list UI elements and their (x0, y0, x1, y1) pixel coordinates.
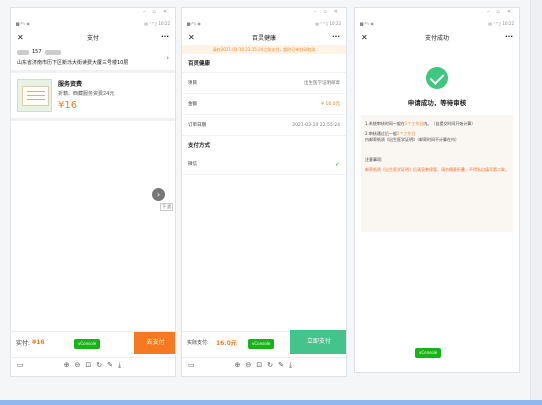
battery-time: ▤ ⁿ ⁸ ▯ 10:22 (488, 20, 514, 26)
info-box: 1.系统审核时间一般在2个工作日内。（自提交时间开始计算） 2.审核通过后一般2… (361, 115, 513, 232)
row-value: 出生医学证明邮寄 (304, 81, 340, 86)
more-icon[interactable]: ··· (326, 33, 340, 41)
maximize-icon[interactable]: ▫ (323, 8, 326, 17)
bottom-highlight-bar (0, 400, 542, 405)
row-label: 金额 (188, 102, 197, 107)
info-point-1: 1.系统审核时间一般在2个工作日内。（自提交时间开始计算） (365, 121, 476, 126)
go-pay-button[interactable]: 去支付 (134, 332, 175, 354)
page-title: 百灵健康 (251, 34, 276, 42)
page-title: 支付成功 (424, 34, 449, 42)
section-title: 百灵健康 (182, 54, 346, 73)
address-card[interactable]: 157 山东省济南市历下区新泺大街读费大厦三号楼10层 › (11, 45, 175, 73)
payment-option-wechat[interactable]: 微信 ✓ (182, 154, 346, 175)
close-icon[interactable]: ✕ (188, 33, 202, 42)
page-title: 支付 (86, 34, 99, 42)
success-check-icon (426, 67, 448, 89)
vconsole-button[interactable]: vConsole (415, 348, 442, 358)
signal-icons: ▆ᵢₗ⁴⁶ᵢₗ ◉ (360, 20, 374, 26)
more-icon[interactable]: ··· (155, 33, 169, 41)
contact-row: 157 (17, 49, 169, 55)
vconsole-button[interactable]: vConsole (74, 339, 101, 349)
pay-amount: ¥16 (32, 339, 45, 346)
zoom-in-icon[interactable]: ⊕ (235, 361, 241, 369)
signal-icons: ▆ᵢₗ⁴⁶ᵢₗ ◉ (187, 20, 201, 26)
payment-method-title: 支付方式 (188, 143, 211, 149)
phone-redacted (44, 49, 61, 55)
download-icon[interactable]: ⤓ (289, 361, 292, 370)
service-item: 服务资费 折籍、西藏服务资费24元 ¥16 (11, 73, 175, 121)
pay-label: 实付: (16, 340, 31, 347)
status-bar: ▆ᵢₗ⁴⁶ᵢₗ ◉ ▤ ⁿ ⁸ ▯ 10:22 (182, 17, 346, 29)
more-icon[interactable]: ··· (499, 33, 513, 41)
service-price: ¥16 (58, 100, 78, 111)
window-controls: – ▫ ✕ (355, 8, 519, 17)
window-controls: – ▫ ✕ (11, 8, 175, 17)
scrollbar-track[interactable] (530, 0, 542, 400)
minimize-icon[interactable]: – (314, 8, 317, 17)
pay-now-button[interactable]: 立即支付 (290, 330, 346, 354)
minimize-icon[interactable]: – (143, 8, 146, 17)
info-point-2: 2.审核通过后一般2个工作日内邮寄纸质《出生医学证明》（邮寄时间不计算在内） (365, 131, 459, 142)
minimize-icon[interactable]: – (487, 8, 490, 17)
order-row-date: 订单日期 2021-03-10 22:55:24 (182, 115, 346, 136)
nav-bar: ✕ 支付 ··· (11, 29, 175, 45)
name-redacted (17, 49, 29, 55)
close-window-icon[interactable]: ✕ (334, 8, 338, 17)
preview-toolbar: ▭ ⊕ ⊖ ⊡ ↻ ✎ ⤓ (182, 357, 346, 372)
service-desc: 折籍、西藏服务资费24元 (58, 91, 115, 97)
battery-time: ▤ ⁿ ⁸ ▯ 10:22 (315, 20, 341, 26)
order-row-project: 项目 出生医学证明邮寄 (182, 73, 346, 94)
pay-amount: 16.0元 (216, 340, 237, 347)
device-icon[interactable]: ▭ (17, 361, 24, 369)
chevron-right-icon: › (166, 54, 169, 62)
row-label: 订单日期 (188, 123, 206, 128)
success-headline: 申请成功，等待审核 (407, 99, 467, 107)
device-icon[interactable]: ▭ (188, 361, 195, 369)
nav-bar: ✕ 百灵健康 ··· (182, 29, 346, 45)
check-icon: ✓ (334, 160, 340, 168)
float-tag: 下 武 (160, 203, 174, 211)
float-nav-button[interactable]: › (152, 188, 165, 201)
address-line: 山东省济南市历下区新泺大街读费大厦三号楼10层 (17, 60, 129, 66)
row-label: 项目 (188, 81, 197, 86)
zoom-out-icon[interactable]: ⊖ (246, 361, 252, 369)
order-row-amount: 金额 ¥ 16.0元 (182, 94, 346, 115)
status-bar: ▆ᵢₗ⁴⁶ᵢₗ ◉ ▤ ⁿ ⁸ ▯ 10:22 (11, 17, 175, 29)
phone-preview-payment: – ▫ ✕ ▆ᵢₗ⁴⁶ᵢₗ ◉ ▤ ⁿ ⁸ ▯ 10:22 ✕ 支付 ··· 1… (10, 7, 176, 377)
download-icon[interactable]: ⤓ (118, 361, 121, 370)
maximize-icon[interactable]: ▫ (496, 8, 499, 17)
rotate-icon[interactable]: ↻ (96, 361, 102, 369)
close-icon[interactable]: ✕ (361, 33, 375, 42)
signal-icons: ▆ᵢₗ⁴⁶ᵢₗ ◉ (16, 20, 30, 26)
phone-preview-success: – ▫ ✕ ▆ᵢₗ⁴⁶ᵢₗ ◉ ▤ ⁿ ⁸ ▯ 10:22 ✕ 支付成功 ···… (354, 7, 520, 373)
row-value: 2021-03-10 22:55:24 (292, 122, 340, 128)
certificate-thumbnail (17, 79, 52, 112)
contact-phone: 157 (32, 49, 42, 55)
note-title: 注意事项: (365, 157, 383, 162)
row-value: ¥ 16.0元 (321, 102, 340, 107)
edit-icon[interactable]: ✎ (278, 361, 284, 369)
note-warning: 邮寄纸质《出生医学证明》后请妥善保管，请勿随意折叠，不得私自填写第二联。 (365, 167, 509, 172)
battery-time: ▤ ⁿ ⁸ ▯ 10:22 (144, 20, 170, 26)
phone-preview-order: – ▫ ✕ ▆ᵢₗ⁴⁶ᵢₗ ◉ ▤ ⁿ ⁸ ▯ 10:22 ✕ 百灵健康 ···… (181, 7, 347, 377)
zoom-out-icon[interactable]: ⊖ (75, 361, 81, 369)
edit-icon[interactable]: ✎ (107, 361, 113, 369)
payment-method-label: 微信 (188, 162, 197, 167)
close-window-icon[interactable]: ✕ (163, 8, 167, 17)
service-title: 服务资费 (58, 81, 83, 88)
fit-icon[interactable]: ⊡ (256, 361, 262, 369)
rotate-icon[interactable]: ↻ (267, 361, 273, 369)
close-icon[interactable]: ✕ (17, 33, 31, 42)
maximize-icon[interactable]: ▫ (152, 8, 155, 17)
fit-icon[interactable]: ⊡ (85, 361, 91, 369)
zoom-in-icon[interactable]: ⊕ (64, 361, 70, 369)
status-bar: ▆ᵢₗ⁴⁶ᵢₗ ◉ ▤ ⁿ ⁸ ▯ 10:22 (355, 17, 519, 29)
payment-deadline-notice: 请在2021-03-10 23:15:24之前支付，超时订单自动取消 (182, 45, 346, 54)
nav-bar: ✕ 支付成功 ··· (355, 29, 519, 45)
preview-toolbar: ▭ ⊕ ⊖ ⊡ ↻ ✎ ⤓ (11, 357, 175, 372)
close-window-icon[interactable]: ✕ (507, 8, 511, 17)
vconsole-button[interactable]: vConsole (248, 339, 275, 349)
pay-label: 实际支付: (187, 340, 209, 346)
window-controls: – ▫ ✕ (182, 8, 346, 17)
